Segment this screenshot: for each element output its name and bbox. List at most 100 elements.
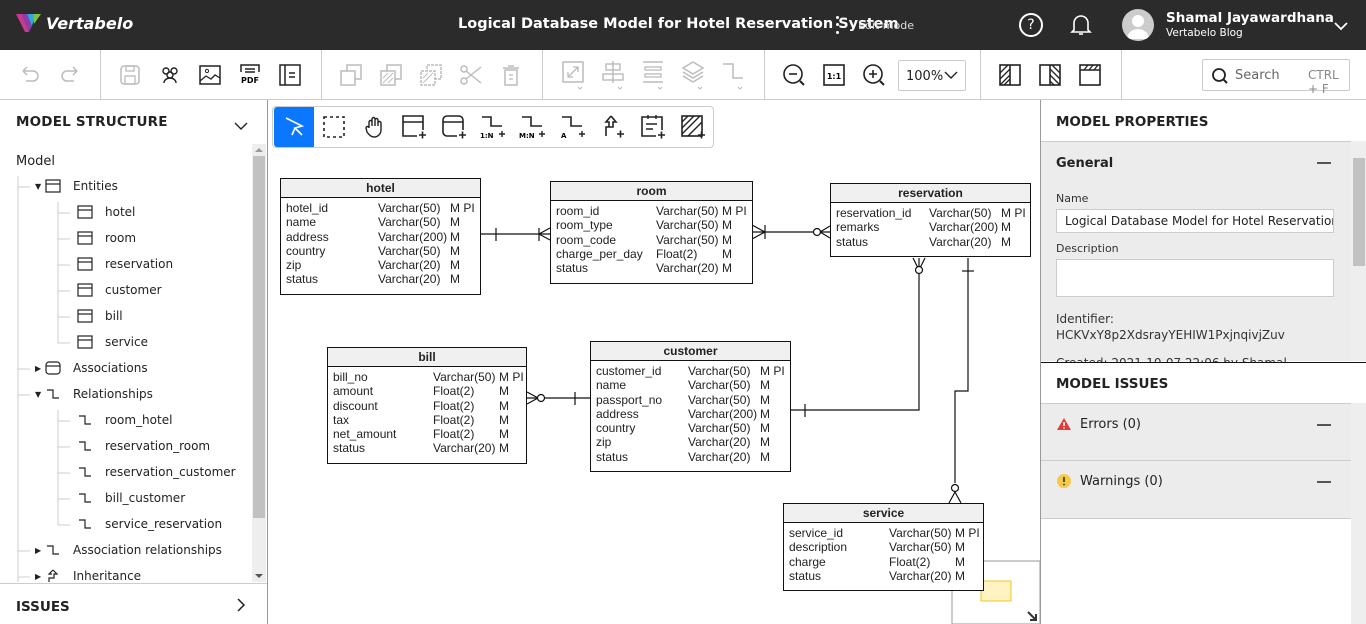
entity-customer[interactable]: customer customer_id Varchar(50) M PI name Va…: [590, 341, 791, 472]
zoom-out-icon[interactable]: [782, 63, 806, 87]
vertabelo-logo[interactable]: Vertabelo: [16, 12, 133, 34]
copy-style-icon[interactable]: [379, 63, 403, 87]
add-one-to-many-tool[interactable]: 1:N: [474, 107, 514, 147]
tree-entity-reservation[interactable]: reservation: [77, 257, 173, 271]
distribute-icon[interactable]: [641, 61, 665, 90]
fit-to-screen-icon[interactable]: [561, 61, 585, 90]
entity-attribute[interactable]: name Varchar(50) M: [281, 215, 480, 229]
line-style-icon[interactable]: [721, 63, 745, 90]
entity-attribute[interactable]: status Varchar(20) M: [831, 235, 1030, 249]
add-association-relationship-tool[interactable]: A: [553, 107, 593, 147]
entity-attribute[interactable]: remarks Varchar(200) M: [831, 220, 1030, 234]
entity-attribute[interactable]: amount Float(2) M: [328, 384, 526, 398]
entity-attribute[interactable]: country Varchar(50) M: [281, 244, 480, 258]
entity-attribute[interactable]: net_amount Float(2) M: [328, 427, 526, 441]
tree-relationship-reservation_room[interactable]: reservation_room: [77, 439, 210, 453]
area-select-tool[interactable]: [314, 107, 354, 147]
tree-entity-service[interactable]: service: [77, 335, 148, 349]
tree-group-inheritance[interactable]: ▶ Inheritance: [35, 569, 141, 582]
undo-icon[interactable]: [18, 63, 42, 87]
tree-scrollbar[interactable]: [252, 144, 266, 582]
entity-attribute[interactable]: reservation_id Varchar(50) M PI: [831, 206, 1030, 220]
entity-attribute[interactable]: hotel_id Varchar(50) M PI: [281, 201, 480, 215]
more-menu-icon[interactable]: [832, 14, 842, 36]
select-tool[interactable]: [274, 107, 314, 147]
collapsed-triangle-icon[interactable]: ▶: [35, 364, 45, 373]
entity-attribute[interactable]: customer_id Varchar(50) M PI: [591, 364, 790, 378]
entity-attribute[interactable]: bill_no Varchar(50) M PI: [328, 370, 526, 384]
paste-style-icon[interactable]: [419, 63, 443, 87]
user-menu-chevron-icon[interactable]: [1334, 16, 1348, 35]
add-many-to-many-tool[interactable]: M:N: [513, 107, 553, 147]
tree-entity-room[interactable]: room: [77, 231, 136, 245]
collapse-minus-icon[interactable]: [1317, 481, 1331, 483]
tree-relationship-room_hotel[interactable]: room_hotel: [77, 413, 172, 427]
sql-preview-icon[interactable]: [278, 63, 302, 87]
expanded-triangle-icon[interactable]: ▼: [35, 390, 45, 399]
add-inheritance-tool[interactable]: [593, 107, 633, 147]
export-image-icon[interactable]: [198, 63, 222, 87]
user-name[interactable]: Shamal Jayawardhana: [1166, 10, 1334, 26]
tree-group-entities[interactable]: ▼ Entities: [35, 179, 118, 193]
add-entity-tool[interactable]: [394, 107, 434, 147]
save-icon[interactable]: [118, 63, 142, 87]
user-avatar[interactable]: [1122, 9, 1154, 41]
tree-entity-hotel[interactable]: hotel: [77, 205, 135, 219]
properties-scrollbar[interactable]: [1351, 141, 1366, 361]
add-note-tool[interactable]: [633, 107, 673, 147]
entity-attribute[interactable]: address Varchar(200) M: [591, 407, 790, 421]
issues-section[interactable]: ISSUES: [0, 583, 267, 624]
collapsed-triangle-icon[interactable]: ▶: [35, 572, 45, 581]
issues-scrollbar[interactable]: [1351, 403, 1366, 624]
entity-attribute[interactable]: service_id Varchar(50) M PI: [784, 526, 983, 540]
cut-icon[interactable]: [459, 63, 483, 87]
pan-tool[interactable]: [354, 107, 394, 147]
right-panel-toggle-icon[interactable]: [1038, 63, 1062, 87]
add-area-tool[interactable]: [673, 107, 713, 147]
entity-attribute[interactable]: zip Varchar(20) M: [591, 435, 790, 449]
redo-icon[interactable]: [58, 63, 82, 87]
expanded-triangle-icon[interactable]: ▼: [35, 182, 45, 191]
scrollbar-thumb[interactable]: [1353, 158, 1365, 266]
copy-icon[interactable]: [339, 63, 363, 87]
entity-attribute[interactable]: room_id Varchar(50) M PI: [551, 204, 752, 218]
tree-relationship-service_reservation[interactable]: service_reservation: [77, 517, 222, 531]
delete-icon[interactable]: [499, 63, 523, 87]
entity-attribute[interactable]: charge_per_day Float(2) M: [551, 247, 752, 261]
name-input[interactable]: Logical Database Model for Hotel Reserva…: [1056, 209, 1334, 233]
entity-attribute[interactable]: status Varchar(20) M: [784, 569, 983, 583]
notifications-bell-icon[interactable]: [1069, 12, 1093, 42]
entity-attribute[interactable]: status Varchar(20) M: [328, 441, 526, 455]
entity-room[interactable]: room room_id Varchar(50) M PI room_type Varch…: [550, 181, 753, 284]
entity-attribute[interactable]: status Varchar(20) M: [591, 450, 790, 464]
tree-group-associations[interactable]: ▶ Associations: [35, 361, 148, 375]
tree-relationship-bill_customer[interactable]: bill_customer: [77, 491, 185, 505]
add-association-tool[interactable]: [434, 107, 474, 147]
errors-section[interactable]: Errors (0): [1041, 403, 1351, 461]
actual-size-icon[interactable]: 1:1: [822, 63, 846, 87]
entity-attribute[interactable]: room_type Varchar(50) M: [551, 218, 752, 232]
entity-attribute[interactable]: discount Float(2) M: [328, 399, 526, 413]
align-icon[interactable]: [601, 61, 625, 90]
entity-attribute[interactable]: tax Float(2) M: [328, 413, 526, 427]
entity-attribute[interactable]: zip Varchar(20) M: [281, 258, 480, 272]
collapse-chevron-icon[interactable]: [234, 116, 248, 135]
entity-hotel[interactable]: hotel hotel_id Varchar(50) M PI name Varchar(…: [280, 178, 481, 295]
tree-root-model[interactable]: Model: [16, 154, 55, 169]
left-panel-toggle-icon[interactable]: [998, 63, 1022, 87]
entity-attribute[interactable]: status Varchar(20) M: [551, 261, 752, 275]
navigator-viewport[interactable]: [980, 580, 1012, 602]
collapse-minus-icon[interactable]: [1317, 162, 1331, 164]
tree-relationship-reservation_customer[interactable]: reservation_customer: [77, 465, 236, 479]
entity-attribute[interactable]: room_code Varchar(50) M: [551, 233, 752, 247]
search-input[interactable]: Search CTRL + F: [1202, 59, 1350, 96]
collapse-minus-icon[interactable]: [1317, 424, 1331, 426]
entity-attribute[interactable]: passport_no Varchar(50) M: [591, 393, 790, 407]
tree-group-association-relationships[interactable]: ▶ Association relationships: [35, 543, 222, 557]
export-pdf-icon[interactable]: PDF: [238, 63, 262, 87]
bottom-panel-toggle-icon[interactable]: [1078, 63, 1102, 87]
entity-attribute[interactable]: name Varchar(50) M: [591, 378, 790, 392]
share-users-icon[interactable]: [158, 63, 182, 87]
collapsed-triangle-icon[interactable]: ▶: [35, 546, 45, 555]
help-icon[interactable]: ?: [1019, 13, 1043, 37]
